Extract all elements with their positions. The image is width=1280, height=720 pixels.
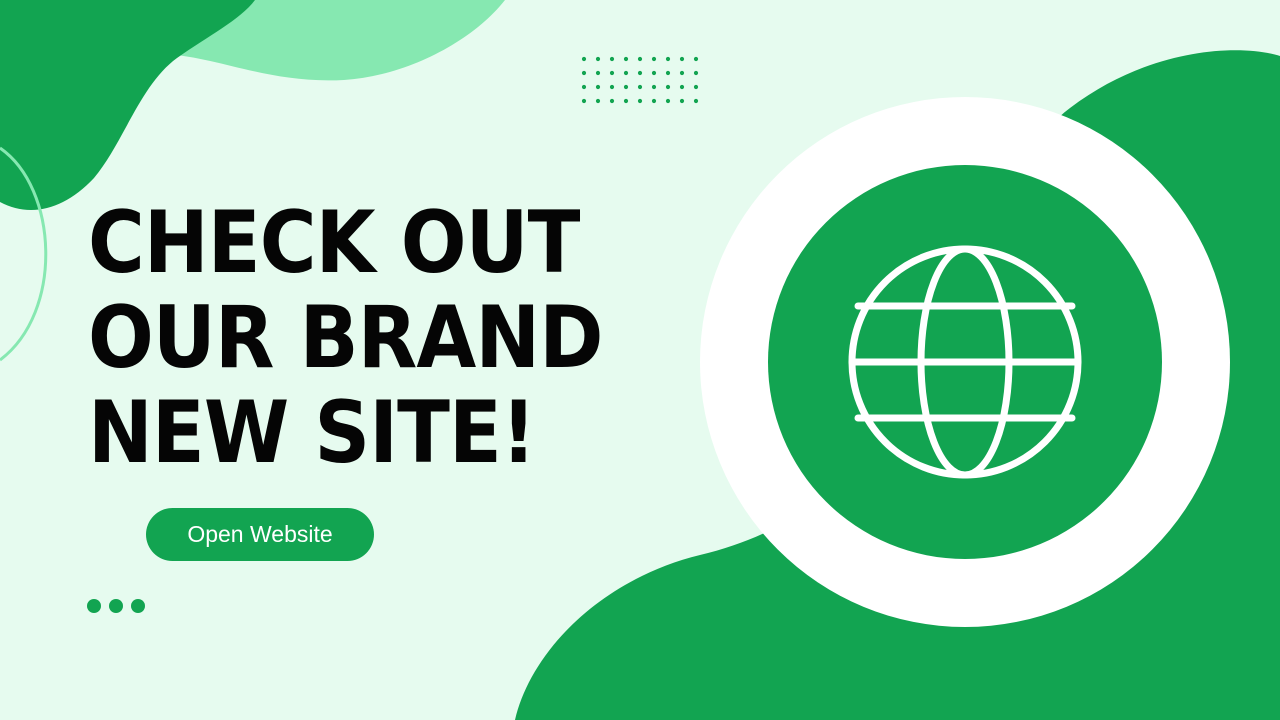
pagination-dots-icon [87, 599, 147, 613]
pagination-dot [87, 599, 101, 613]
headline-line-2: OUR BRAND [88, 288, 604, 388]
globe-badge [700, 97, 1230, 627]
headline-line-3: NEW SITE! [88, 383, 536, 483]
pagination-dot [131, 599, 145, 613]
promo-banner: CHECK OUT OUR BRAND NEW SITE! Open Websi… [0, 0, 1280, 720]
pagination-dot [109, 599, 123, 613]
headline-line-1: CHECK OUT [88, 193, 580, 293]
top-left-dark-blob [0, 0, 255, 210]
headline: CHECK OUT OUR BRAND NEW SITE! [88, 193, 604, 483]
open-website-button[interactable]: Open Website [146, 508, 374, 561]
dot-grid-decoration [581, 56, 699, 104]
